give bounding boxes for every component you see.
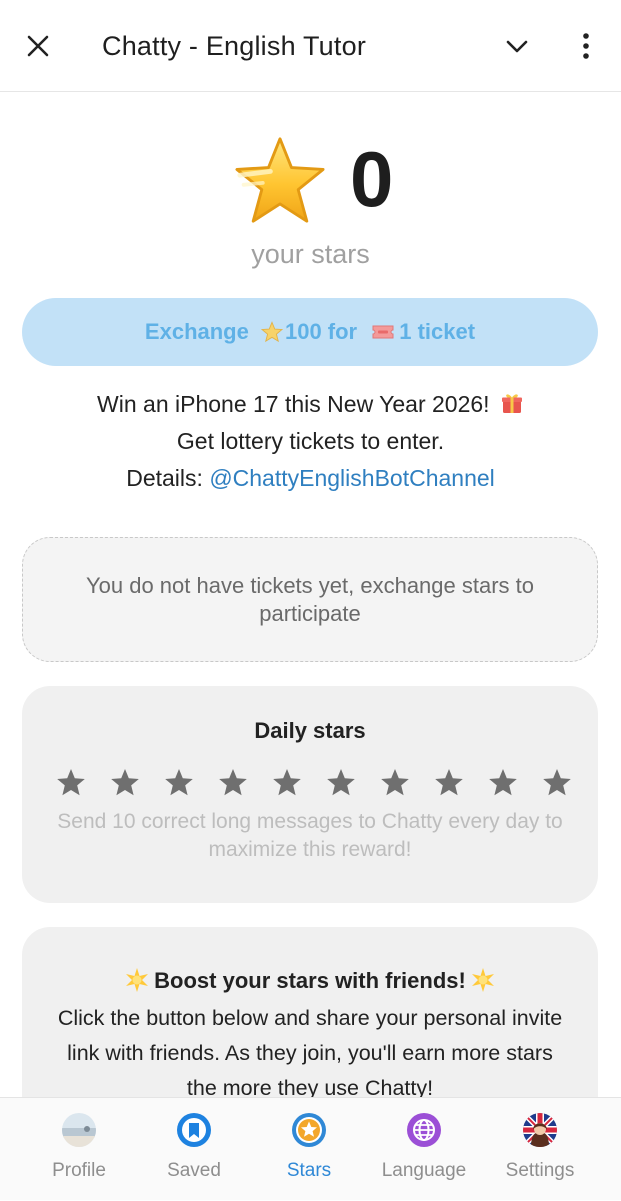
tab-label: Saved bbox=[167, 1160, 221, 1181]
boost-title: Boost your stars with friends! bbox=[22, 967, 598, 994]
star-count: 0 bbox=[350, 135, 394, 223]
tab-profile[interactable]: Profile bbox=[17, 1098, 141, 1201]
channel-link[interactable]: @ChattyEnglishBotChannel bbox=[209, 465, 494, 491]
tab-label: Stars bbox=[286, 1160, 332, 1181]
close-button[interactable] bbox=[8, 0, 68, 92]
close-icon bbox=[27, 35, 49, 57]
tab-language[interactable]: Language bbox=[362, 1098, 486, 1201]
app-header: Chatty - English Tutor bbox=[0, 0, 621, 92]
daily-star-icon bbox=[327, 769, 355, 796]
exchange-button[interactable]: Exchange 100 for 1 ticket bbox=[22, 298, 598, 366]
bookmark-icon bbox=[177, 1113, 211, 1147]
promo-text: Win an iPhone 17 this New Year 2026! Get… bbox=[0, 386, 621, 497]
star-icon bbox=[292, 1113, 326, 1147]
tab-stars[interactable]: Stars bbox=[247, 1098, 371, 1201]
daily-star-icon bbox=[381, 769, 409, 796]
boost-description: Click the button below and share your pe… bbox=[57, 1006, 563, 1097]
collapse-button[interactable] bbox=[487, 0, 547, 92]
daily-star-icon bbox=[111, 769, 139, 796]
chevron-down-icon bbox=[506, 40, 528, 53]
daily-stars-note: Send 10 correct long messages to Chatty … bbox=[57, 810, 563, 861]
daily-star-icon bbox=[435, 769, 463, 796]
promo-subline: Get lottery tickets to enter. bbox=[176, 428, 445, 454]
boost-card: Boost your stars with friends! Click the… bbox=[22, 927, 598, 1097]
tab-settings[interactable]: Settings bbox=[478, 1098, 602, 1201]
promo-details: Details: @ChattyEnglishBotChannel bbox=[0, 460, 621, 497]
daily-star-icon bbox=[57, 769, 85, 796]
sparkle-icon bbox=[126, 968, 149, 992]
tab-label: Language bbox=[381, 1160, 467, 1181]
promo-headline: Win an iPhone 17 this New Year 2026! bbox=[97, 391, 490, 417]
bottom-tab-bar: Profile Saved Stars Language Settings bbox=[0, 1097, 621, 1200]
star-icon bbox=[260, 321, 283, 343]
tab-label: Profile bbox=[52, 1160, 106, 1181]
settings-avatar-icon bbox=[523, 1113, 557, 1147]
exchange-ticket-amount: 1 ticket bbox=[399, 319, 476, 344]
daily-star-icon bbox=[165, 769, 193, 796]
boost-title-text: Boost your stars with friends! bbox=[154, 968, 466, 993]
stars-page: 0 your stars Exchange 100 for 1 ticket W… bbox=[0, 93, 621, 1097]
star-icon bbox=[235, 137, 325, 223]
gift-icon bbox=[501, 394, 522, 413]
daily-star-icon bbox=[273, 769, 301, 796]
more-vertical-icon bbox=[583, 33, 589, 59]
globe-icon bbox=[407, 1113, 441, 1147]
app-title: Chatty - English Tutor bbox=[102, 31, 367, 61]
more-options-button[interactable] bbox=[556, 0, 616, 92]
stars-summary: 0 bbox=[0, 135, 621, 225]
sparkle-icon bbox=[471, 968, 494, 992]
tickets-notice: You do not have tickets yet, exchange st… bbox=[22, 537, 598, 662]
exchange-prefix: Exchange bbox=[144, 319, 255, 344]
daily-stars-row bbox=[54, 766, 574, 800]
promo-line: Win an iPhone 17 this New Year 2026! bbox=[0, 386, 621, 423]
tab-saved[interactable]: Saved bbox=[132, 1098, 256, 1201]
daily-stars-title: Daily stars bbox=[254, 718, 366, 743]
ticket-icon bbox=[372, 325, 394, 339]
profile-avatar-icon bbox=[62, 1113, 96, 1147]
exchange-stars-amount: 100 for bbox=[284, 319, 364, 344]
tab-label: Settings bbox=[505, 1160, 575, 1181]
daily-star-icon bbox=[489, 769, 517, 796]
star-count-label: your stars bbox=[251, 239, 370, 269]
daily-star-icon bbox=[219, 769, 247, 796]
daily-stars-card: Daily stars Send 10 correct long message… bbox=[22, 686, 598, 903]
promo-details-label: Details: bbox=[126, 465, 210, 491]
daily-star-icon bbox=[543, 769, 571, 796]
